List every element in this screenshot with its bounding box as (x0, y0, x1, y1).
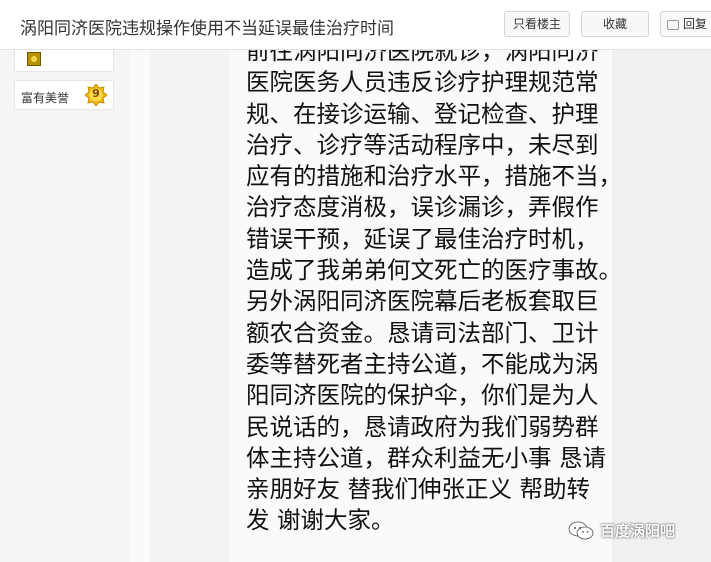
reply-icon (667, 19, 679, 30)
post-line: 治疗、诊疗等活动程序中，未尽到 (246, 130, 599, 159)
reply-button[interactable]: 回复 (660, 11, 711, 37)
post-line: 规、在接诊运输、登记检查、护理 (246, 99, 599, 128)
post-title: 涡阳同济医院违规操作使用不当延误最佳治疗时间 (20, 19, 394, 39)
post-line: 体主持公道，群众利益无小事 恳请 (246, 443, 606, 472)
only-author-button[interactable]: 只看楼主 (504, 11, 570, 37)
author-sidebar: 富有美誉 9 (0, 50, 130, 562)
post-line: 阳同济医院的保护伞，你们是为人 (246, 381, 599, 410)
reply-label: 回复 (683, 17, 708, 31)
post-line: 另外涡阳同济医院幕后老板套取巨 (246, 287, 599, 316)
level-number: 9 (92, 87, 100, 100)
post-line: 亲朋好友 替我们伸张正义 帮助转 (246, 475, 590, 504)
medal-box (14, 50, 114, 72)
watermark: 百度涡阳吧 (568, 520, 675, 546)
post-line: 发 谢谢大家。 (246, 506, 395, 535)
favorite-button[interactable]: 收藏 (581, 11, 649, 37)
post-line: 民说话的，恳请政府为我们弱势群 (246, 412, 599, 441)
post-line: 前往涡阳同济医院就诊，涡阳同济 (246, 50, 599, 65)
post-line: 医院医务人员违反诊疗护理规范常 (246, 68, 599, 97)
post-line: 委等替死者主持公道，不能成为涡 (246, 349, 599, 378)
level-badge-icon: 9 (84, 83, 108, 107)
content-gutter (130, 50, 150, 562)
post-image: 前往涡阳同济医院就诊，涡阳同济 医院医务人员违反诊疗护理规范常 规、在接诊运输、… (230, 50, 612, 562)
post-line: 应有的措施和治疗水平，措施不当， (246, 162, 612, 191)
wechat-icon (568, 521, 594, 539)
post-line: 造成了我弟弟何文死亡的医疗事故。 (246, 256, 612, 285)
post-line: 额农合资金。恳请司法部门、卫计 (246, 318, 599, 347)
level-name: 富有美誉 (21, 91, 70, 105)
post-line: 治疗态度消极，误诊漏诊，弄假作 (246, 193, 599, 222)
post-line: 错误干预，延误了最佳治疗时机， (246, 224, 599, 253)
post-text: 前往涡阳同济医院就诊，涡阳同济 医院医务人员违反诊疗护理规范常 规、在接诊运输、… (246, 50, 612, 537)
medal-icon (27, 52, 41, 66)
post-header: 涡阳同济医院违规操作使用不当延误最佳治疗时间 只看楼主 收藏 回复 (0, 0, 711, 50)
right-margin (612, 50, 711, 562)
watermark-text: 百度涡阳吧 (600, 522, 676, 540)
user-level[interactable]: 富有美誉 9 (14, 80, 114, 110)
